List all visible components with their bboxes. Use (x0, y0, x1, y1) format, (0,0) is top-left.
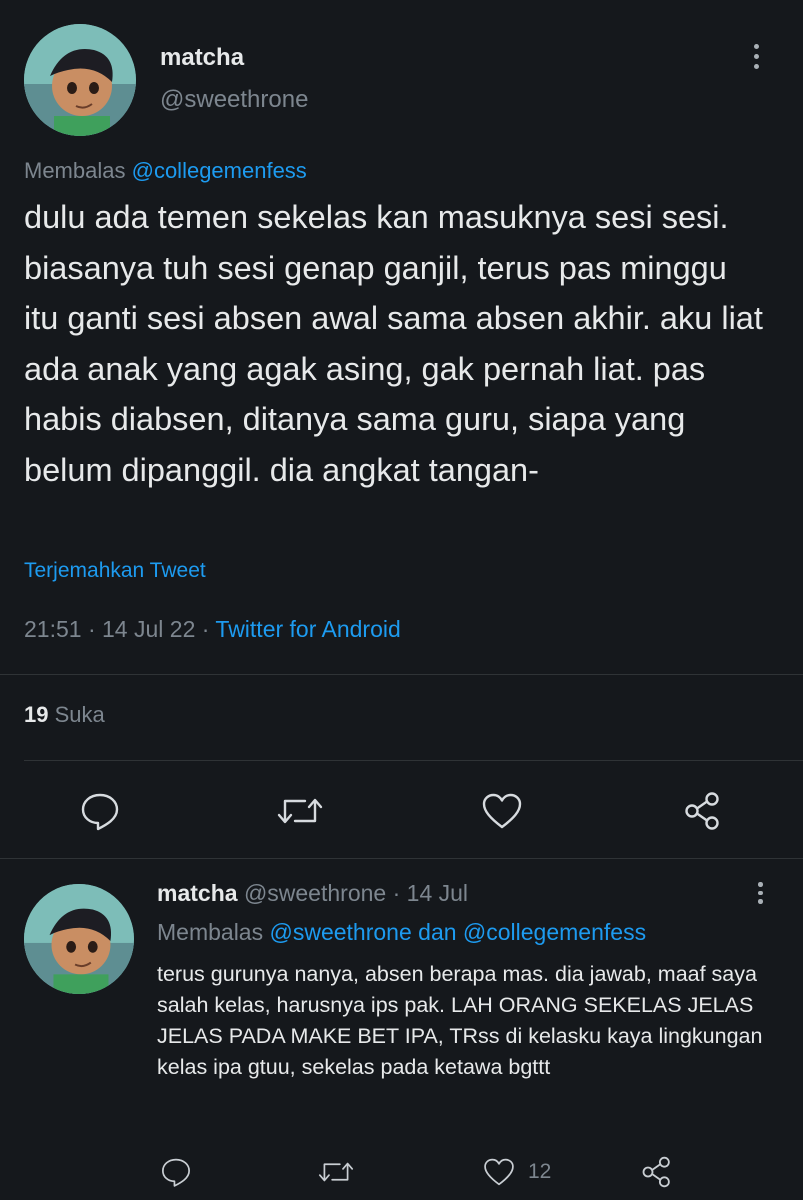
heart-icon[interactable] (480, 789, 524, 833)
tweet-source-link[interactable]: Twitter for Android (215, 616, 400, 642)
avatar[interactable] (24, 24, 136, 136)
share-icon[interactable] (639, 1154, 675, 1190)
translate-tweet-link[interactable]: Terjemahkan Tweet (24, 559, 206, 583)
share-icon[interactable] (681, 789, 725, 833)
heart-icon[interactable] (482, 1155, 516, 1189)
reply-to-link[interactable]: @sweethrone dan @collegemenfess (270, 919, 647, 945)
likes-label: Suka (54, 702, 105, 727)
divider (0, 674, 803, 675)
tweet-date[interactable]: 14 Jul (407, 880, 468, 906)
divider (24, 760, 803, 761)
user-handle[interactable]: @sweethrone (160, 86, 308, 114)
reply-context: Membalas @collegemenfess (24, 158, 307, 184)
like-count: 12 (528, 1160, 552, 1183)
reply-header: matcha @sweethrone · 14 Jul (157, 880, 468, 907)
tweet-text: dulu ada temen sekelas kan masuknya sesi… (24, 199, 763, 488)
reply-to-link[interactable]: @collegemenfess (132, 158, 307, 183)
display-name[interactable]: matcha (160, 44, 244, 72)
tweet-meta: 21:51 · 14 Jul 22 · Twitter for Android (24, 616, 401, 643)
meta-separator: · (392, 880, 401, 906)
meta-separator-2: · (201, 616, 210, 642)
display-name[interactable]: matcha (157, 880, 238, 906)
more-vertical-icon[interactable] (758, 882, 763, 904)
reply-bubble-icon[interactable] (159, 1155, 193, 1189)
tweet-time: 21:51 (24, 616, 82, 642)
more-vertical-icon[interactable] (754, 44, 759, 69)
reply-prefix: Membalas (157, 919, 264, 945)
reply-bubble-icon[interactable] (78, 789, 122, 833)
user-handle[interactable]: @sweethrone (244, 880, 386, 906)
avatar[interactable] (24, 884, 134, 994)
reply-context: Membalas @sweethrone dan @collegemenfess (157, 919, 646, 946)
meta-separator: · (87, 616, 96, 642)
tweet-date: 14 Jul 22 (102, 616, 196, 642)
tweet-text: terus gurunya nanya, absen berapa mas. d… (157, 962, 763, 1079)
retweet-icon[interactable] (275, 789, 325, 833)
retweet-icon[interactable] (316, 1155, 356, 1189)
avatar-image (24, 884, 134, 994)
divider (0, 858, 803, 859)
avatar-image (24, 24, 136, 136)
likes-count: 19 (24, 702, 49, 727)
reply-prefix: Membalas (24, 158, 126, 183)
likes-stat[interactable]: 19 Suka (24, 702, 105, 728)
like-action[interactable]: 12 (482, 1155, 551, 1189)
